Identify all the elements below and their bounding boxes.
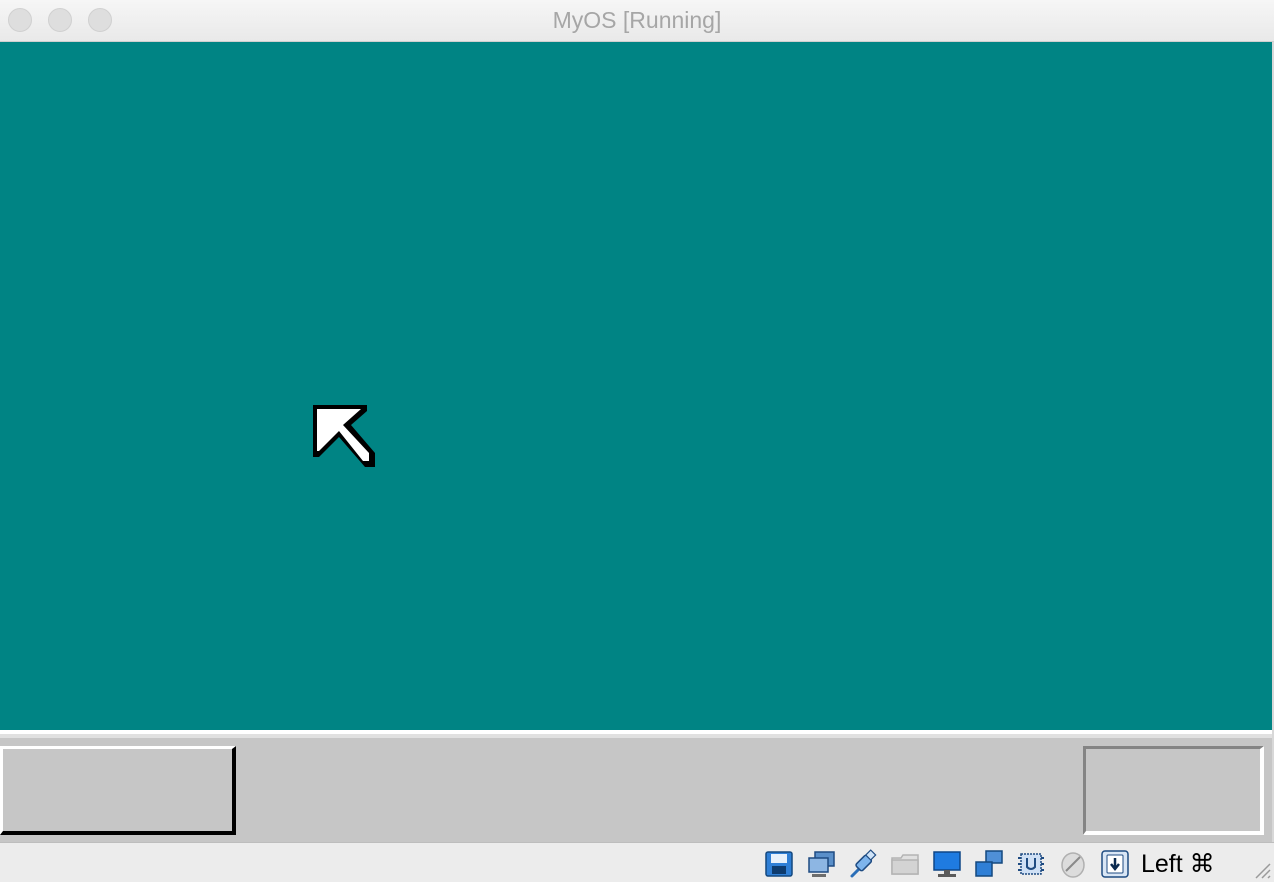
mouse-integration-icon[interactable] [1058,849,1088,879]
shared-folders-icon[interactable] [890,849,920,879]
status-bar: Left ⌘ [0,842,1274,882]
hard-disk-icon[interactable] [764,849,794,879]
cpu-icon[interactable] [1016,849,1046,879]
usb-icon[interactable] [848,849,878,879]
start-button[interactable] [0,746,236,835]
title-bar[interactable]: MyOS [Running] [0,0,1274,42]
optical-drive-icon[interactable] [806,849,836,879]
virtualbox-window: MyOS [Running] Left ⌘ [0,0,1274,882]
system-tray [1083,746,1264,835]
taskbar-highlight-2 [0,734,1272,738]
guest-screen[interactable] [0,42,1272,842]
network-icon[interactable] [974,849,1004,879]
guest-taskbar [0,730,1272,842]
window-title: MyOS [Running] [552,7,722,33]
resize-grip-icon[interactable] [1250,858,1272,880]
display-icon[interactable] [932,849,962,879]
host-key-indicator[interactable]: Left ⌘ [1141,849,1215,879]
keyboard-capture-icon[interactable] [1100,849,1130,879]
mouse-pointer-icon [313,405,375,467]
